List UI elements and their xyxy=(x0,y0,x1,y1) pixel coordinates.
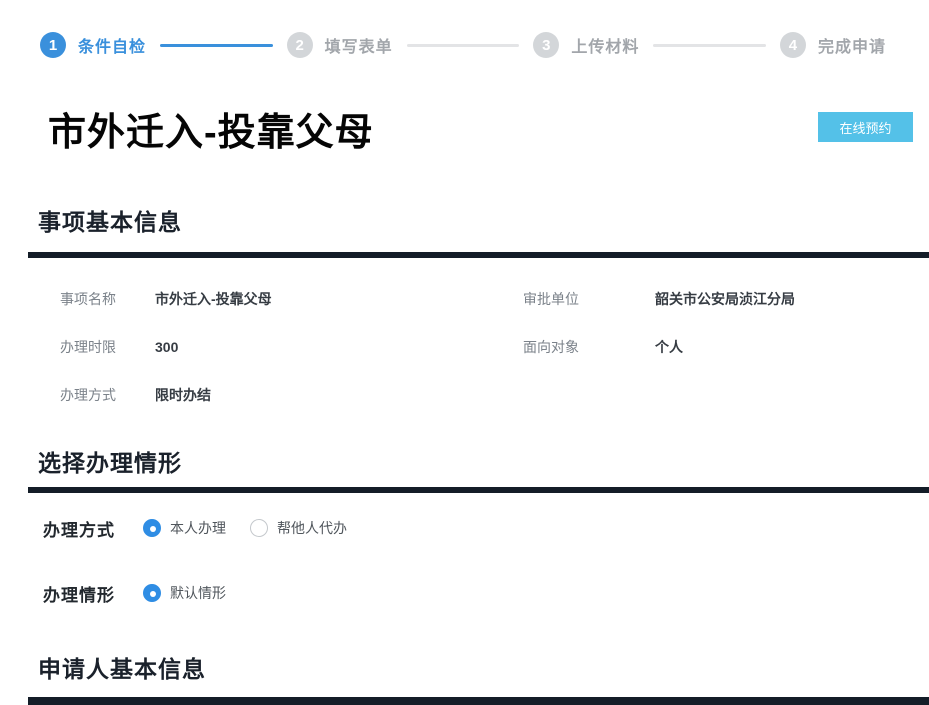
step-2-number-badge: 2 xyxy=(287,32,313,58)
radio-option-self-handle[interactable]: 本人办理 xyxy=(143,518,226,538)
field-value-approval-unit: 韶关市公安局浈江分局 xyxy=(655,289,909,309)
online-reservation-button[interactable]: 在线预约 xyxy=(818,112,913,142)
page-title: 市外迁入-投靠父母 xyxy=(48,101,374,156)
step-2-label: 填写表单 xyxy=(325,33,393,57)
stepper-connector xyxy=(653,44,766,47)
section-title-applicant-info: 申请人基本信息 xyxy=(38,650,206,684)
field-label-approval-unit: 审批单位 xyxy=(523,289,655,309)
handling-scenario-row: 办理情形 默认情形 xyxy=(43,578,909,608)
basic-info-grid: 事项名称 市外迁入-投靠父母 审批单位 韶关市公安局浈江分局 办理时限 300 … xyxy=(60,275,909,419)
radio-option-handle-for-others[interactable]: 帮他人代办 xyxy=(250,518,347,538)
step-3-label: 上传材料 xyxy=(571,33,639,57)
section-title-choose-scenario: 选择办理情形 xyxy=(38,444,182,478)
step-2-fill-form[interactable]: 2 填写表单 xyxy=(287,32,407,58)
field-value-processing-time: 300 xyxy=(155,339,523,355)
step-4-label: 完成申请 xyxy=(818,33,886,57)
step-4-number-badge: 4 xyxy=(780,32,806,58)
section-divider xyxy=(28,487,929,493)
progress-stepper: 1 条件自检 2 填写表单 3 上传材料 4 完成申请 xyxy=(40,32,900,58)
step-3-number-badge: 3 xyxy=(533,32,559,58)
handling-mode-label: 办理方式 xyxy=(43,516,143,541)
radio-selected-icon[interactable] xyxy=(143,584,161,602)
radio-option-label: 帮他人代办 xyxy=(277,518,347,538)
stepper-connector xyxy=(407,44,520,47)
field-label-processing-time: 办理时限 xyxy=(60,337,155,357)
radio-selected-icon[interactable] xyxy=(143,519,161,537)
handling-mode-row: 办理方式 本人办理 帮他人代办 xyxy=(43,513,909,543)
section-divider xyxy=(28,697,929,705)
field-label-target-audience: 面向对象 xyxy=(523,337,655,357)
radio-unselected-icon[interactable] xyxy=(250,519,268,537)
field-label-processing-mode: 办理方式 xyxy=(60,385,155,405)
section-divider xyxy=(28,252,929,258)
field-value-item-name: 市外迁入-投靠父母 xyxy=(155,289,523,309)
step-1-condition-check[interactable]: 1 条件自检 xyxy=(40,32,160,58)
field-value-target-audience: 个人 xyxy=(655,337,909,357)
stepper-connector xyxy=(160,44,273,47)
handling-scenario-label: 办理情形 xyxy=(43,581,143,606)
step-1-label: 条件自检 xyxy=(78,33,146,57)
field-value-processing-mode: 限时办结 xyxy=(155,385,523,405)
radio-option-default-scenario[interactable]: 默认情形 xyxy=(143,583,226,603)
radio-option-label: 默认情形 xyxy=(170,583,226,603)
step-4-complete-application[interactable]: 4 完成申请 xyxy=(780,32,900,58)
step-3-upload-materials[interactable]: 3 上传材料 xyxy=(533,32,653,58)
field-label-item-name: 事项名称 xyxy=(60,289,155,309)
section-title-basic-info: 事项基本信息 xyxy=(38,203,182,237)
step-1-number-badge: 1 xyxy=(40,32,66,58)
radio-option-label: 本人办理 xyxy=(170,518,226,538)
